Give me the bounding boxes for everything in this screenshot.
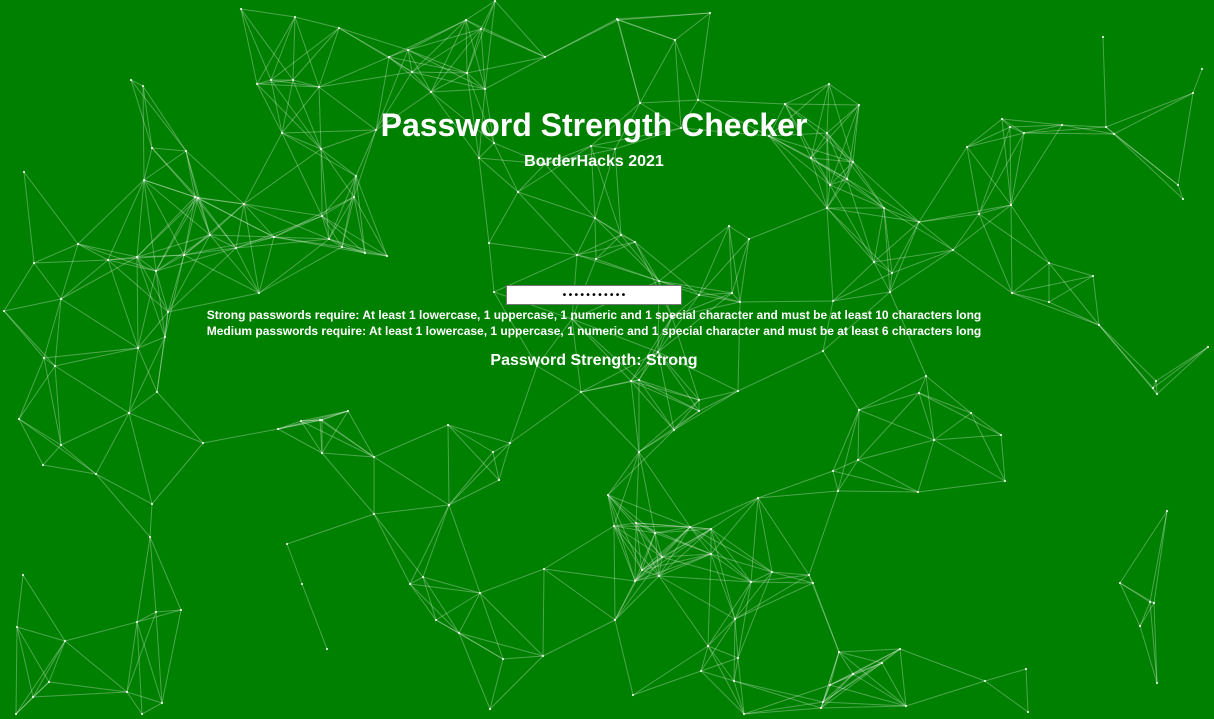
strength-value: Strong xyxy=(646,352,698,369)
strong-requirements-text: Strong passwords require: At least 1 low… xyxy=(206,308,982,322)
strength-label: Password Strength: xyxy=(490,352,642,369)
password-input[interactable] xyxy=(506,285,682,305)
main-content: Password Strength Checker BorderHacks 20… xyxy=(0,0,1214,719)
medium-requirements-text: Medium passwords require: At least 1 low… xyxy=(206,324,982,338)
page-subtitle: BorderHacks 2021 xyxy=(524,153,664,170)
password-strength-result: Password Strength: Strong xyxy=(0,351,1188,370)
page-title: Password Strength Checker xyxy=(380,107,808,143)
